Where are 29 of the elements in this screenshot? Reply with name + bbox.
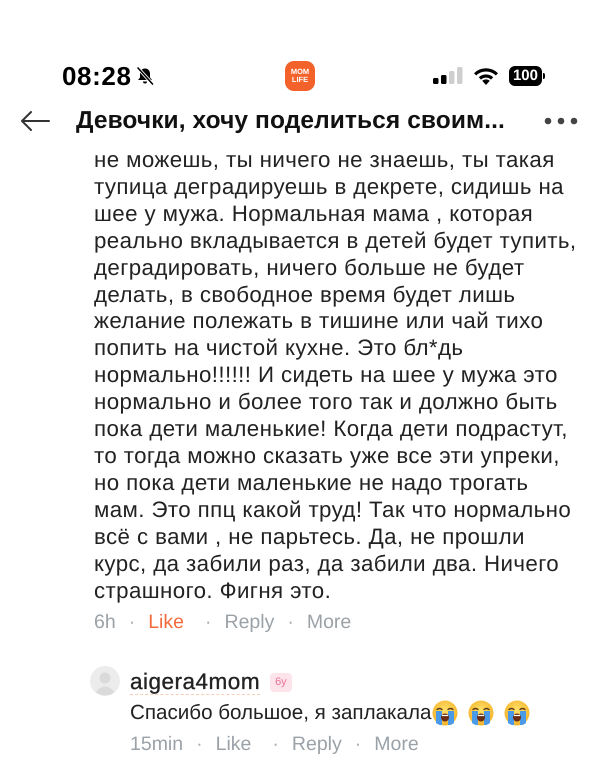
timestamp: 15min bbox=[130, 732, 184, 756]
more-button[interactable]: More bbox=[306, 610, 352, 634]
status-time: 08:28 bbox=[62, 60, 132, 92]
username[interactable]: aigera4mom bbox=[130, 669, 260, 696]
reply-button[interactable]: Reply bbox=[292, 732, 342, 756]
separator-dot: · bbox=[196, 732, 203, 756]
back-arrow-icon[interactable] bbox=[20, 110, 50, 132]
wifi-icon bbox=[472, 66, 499, 86]
separator-dot: · bbox=[272, 732, 279, 756]
battery-indicator: 100 bbox=[508, 66, 545, 86]
timestamp: 6h bbox=[94, 610, 116, 634]
avatar-silhouette-icon bbox=[90, 666, 120, 696]
cellular-signal-icon bbox=[432, 67, 463, 85]
more-button[interactable]: More bbox=[374, 732, 419, 756]
crying-face-emoji-icon bbox=[504, 700, 530, 726]
crying-face-emoji-icon bbox=[432, 700, 458, 726]
separator-dot: · bbox=[287, 610, 294, 634]
reply-button[interactable]: Reply bbox=[224, 610, 274, 634]
like-button[interactable]: Like bbox=[148, 610, 184, 634]
age-badge: 6y bbox=[270, 672, 292, 692]
separator-dot: · bbox=[128, 610, 136, 634]
more-options-icon[interactable] bbox=[544, 117, 578, 125]
crying-face-emoji-icon bbox=[468, 700, 494, 726]
separator-dot: · bbox=[354, 732, 362, 756]
comment-text: не можешь, ты ничего не знаешь, ты такая тупица деградируешь в декрете, сидишь на шее у мужа. Нормальная мама , которая реально вкладывается в детей будет тупить, деградировать, ничего больше не будет делать, в свободное время будет лишь желание полежать в тишине или чай тихо попить на чистой кухне. Это бл*дь нормально!!!!!! И сидеть на шее у мужа это нормально и более того так и должно быть пока дети маленькие! Когда дети подрастут, то тогда можно сказать уже все эти упреки, но пока дети маленькие не надо трогать мам. Это ппц какой труд! Так что нормально всё с вами , не парьтесь. Да, не прошли курс, да забили раз, да забили два. Ничего страшного. Фигня это. bbox=[94, 147, 577, 604]
like-button[interactable]: Like bbox=[216, 732, 252, 756]
reply-text: Спасибо большое, я заплакала bbox=[130, 701, 432, 726]
separator-dot: · bbox=[204, 610, 212, 634]
thread-title: Девочки, хочу поделиться своим... bbox=[76, 107, 505, 135]
